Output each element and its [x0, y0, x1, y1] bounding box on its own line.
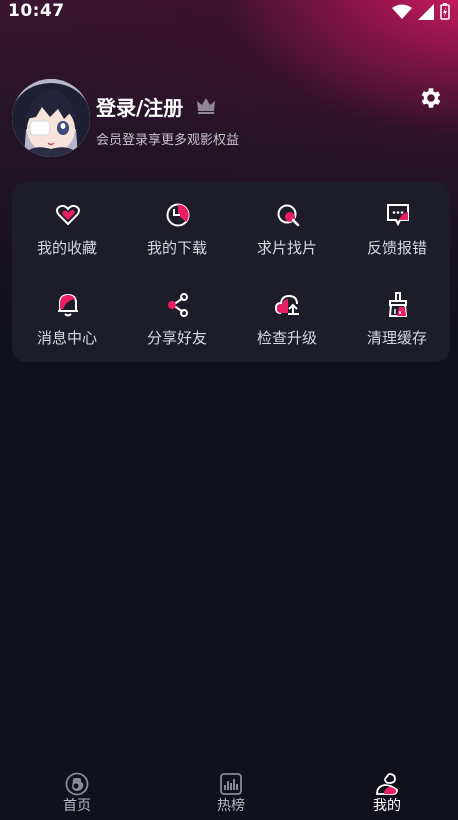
- login-register-title[interactable]: 登录/注册: [96, 92, 183, 121]
- status-bar: 10:47: [0, 0, 458, 24]
- feedback-icon: [387, 204, 409, 227]
- broom-icon: [388, 292, 408, 317]
- avatar[interactable]: [12, 79, 90, 157]
- login-subtitle: 会员登录享更多观影权益: [96, 133, 240, 148]
- heart-icon: [56, 204, 80, 226]
- home-icon: [65, 772, 89, 796]
- menu-item-clear-cache[interactable]: 清理缓存: [342, 272, 452, 352]
- nav-item-label: 热榜: [217, 798, 245, 814]
- menu-item-label: 求片找片: [256, 239, 317, 257]
- nav-item-label: 首页: [63, 798, 91, 814]
- menu-item-label: 我的下载: [146, 239, 207, 257]
- menu-item-label: 消息中心: [36, 329, 97, 347]
- status-time: 10:47: [8, 1, 65, 21]
- profile-icon: [376, 773, 398, 795]
- download-icon: [166, 203, 190, 227]
- menu-card: 我的收藏 我的下载 求片找片 反馈报错 消息中心 分享好友 检查升级 清理缓存: [12, 182, 450, 362]
- gear-icon[interactable]: [418, 85, 444, 111]
- menu-item-request-film[interactable]: 求片找片: [232, 182, 342, 262]
- menu-item-feedback[interactable]: 反馈报错: [342, 182, 452, 262]
- menu-item-messages[interactable]: 消息中心: [12, 272, 122, 352]
- status-icons: [392, 3, 450, 20]
- menu-item-check-update[interactable]: 检查升级: [232, 272, 342, 352]
- wifi-icon: [392, 4, 412, 19]
- nav-item-label: 我的: [373, 798, 401, 814]
- crown-icon: [197, 98, 215, 114]
- menu-item-label: 清理缓存: [366, 329, 427, 347]
- menu-item-label: 检查升级: [256, 329, 317, 347]
- menu-item-favorites[interactable]: 我的收藏: [12, 182, 122, 262]
- menu-item-share[interactable]: 分享好友: [122, 272, 232, 352]
- share-icon: [168, 293, 188, 317]
- battery-icon: [440, 3, 450, 20]
- bell-icon: [58, 293, 78, 317]
- nav-item-mine[interactable]: 我的: [337, 768, 437, 820]
- bottom-nav: 首页 热榜 我的: [0, 768, 458, 820]
- upgrade-cloud-icon: [275, 294, 299, 315]
- menu-item-downloads[interactable]: 我的下载: [122, 182, 232, 262]
- nav-item-home[interactable]: 首页: [27, 768, 127, 820]
- nav-item-hot-list[interactable]: 热榜: [181, 768, 281, 820]
- signal-icon: [418, 3, 434, 20]
- menu-item-label: 反馈报错: [366, 239, 427, 257]
- menu-item-label: 我的收藏: [36, 239, 97, 257]
- chart-icon: [220, 773, 242, 795]
- menu-item-label: 分享好友: [146, 329, 207, 347]
- search-film-icon: [277, 204, 300, 227]
